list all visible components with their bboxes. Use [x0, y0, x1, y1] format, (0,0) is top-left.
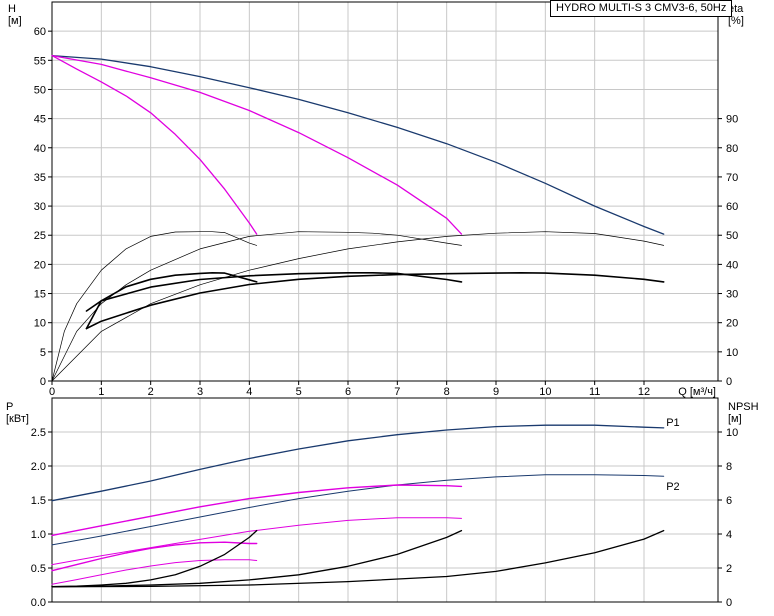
- y-tick-label: 5: [40, 347, 46, 359]
- series-eta-line: [51, 231, 258, 382]
- series-eta-line: [51, 231, 665, 382]
- y2-tick-label: 90: [726, 114, 738, 126]
- x-tick-label: 0: [49, 386, 55, 398]
- y-axis-label: H: [8, 3, 16, 15]
- y-tick-label: 0: [40, 376, 46, 388]
- x-tick-label: 3: [197, 386, 203, 398]
- y-tick-label: 2.0: [31, 461, 46, 473]
- y-tick-label: 0.5: [31, 563, 46, 575]
- y-tick-label: 2.5: [31, 427, 46, 439]
- y-tick-label: 1.5: [31, 495, 46, 507]
- y-tick-label: 20: [34, 259, 46, 271]
- chart-title: HYDRO MULTI-S 3 CMV3-6, 50Hz: [550, 0, 733, 17]
- series-eta-line: [85, 271, 463, 312]
- y2-tick-label: 4: [726, 529, 732, 541]
- x-tick-label: 7: [394, 386, 400, 398]
- x-tick-label: 6: [345, 386, 351, 398]
- series-head-single-line: [51, 54, 463, 235]
- x-tick-label: 9: [493, 386, 499, 398]
- series-power-single-line: [51, 517, 462, 566]
- y2-tick-label: 70: [726, 172, 738, 184]
- y-tick-label: 40: [34, 143, 46, 155]
- series-power-single-line: [51, 484, 463, 537]
- y-axis-label: P: [6, 401, 13, 413]
- x-tick-label: 8: [444, 386, 450, 398]
- y2-tick-label: 8: [726, 461, 732, 473]
- y-tick-label: 55: [34, 55, 46, 67]
- x-tick-label: 11: [589, 386, 600, 398]
- series-p1-line: [51, 424, 665, 502]
- y-tick-label: 25: [34, 230, 46, 242]
- annotation-p1: P1: [666, 417, 679, 429]
- y2-tick-label: 10: [726, 427, 738, 439]
- y2-tick-label: 50: [726, 230, 738, 242]
- series-head-total-line: [51, 54, 665, 235]
- y2-tick-label: 60: [726, 201, 738, 213]
- annotation-p2: P2: [666, 481, 679, 493]
- y2-axis-label: [м]: [728, 413, 742, 425]
- series-eta-line: [85, 271, 665, 330]
- y-tick-label: 50: [34, 84, 46, 96]
- y-tick-label: 45: [34, 114, 46, 126]
- y-tick-label: 10: [34, 318, 46, 330]
- plot-frame: [51, 1, 719, 382]
- y2-tick-label: 80: [726, 143, 738, 155]
- x-tick-label: 5: [296, 386, 302, 398]
- y-tick-label: 60: [34, 26, 46, 38]
- x-tick-label: 1: [98, 386, 104, 398]
- y2-tick-label: 30: [726, 289, 738, 301]
- y-tick-label: 15: [34, 289, 46, 301]
- x-tick-label: 2: [148, 386, 154, 398]
- x-tick-label: 10: [539, 386, 551, 398]
- x-tick-label: 12: [638, 386, 650, 398]
- x-tick-label: 4: [246, 386, 252, 398]
- y2-tick-label: 10: [726, 347, 738, 359]
- y2-tick-label: 0: [726, 376, 732, 388]
- y2-tick-label: 0: [726, 597, 732, 609]
- series-eta-line: [51, 231, 462, 382]
- y-tick-label: 35: [34, 172, 46, 184]
- y-tick-label: 1.0: [31, 529, 46, 541]
- series-npsh-line: [51, 529, 665, 588]
- y-axis-label: [кВт]: [6, 413, 29, 425]
- y2-tick-label: 2: [726, 563, 732, 575]
- y2-axis-label: NPSH: [728, 401, 759, 413]
- y2-tick-label: 40: [726, 259, 738, 271]
- y2-tick-label: 6: [726, 495, 732, 507]
- y-axis-label: [м]: [8, 15, 22, 27]
- y2-tick-label: 20: [726, 318, 738, 330]
- x-axis-label: Q [м³/ч]: [678, 386, 716, 398]
- pump-curve-chart: 0 5 10 15 20 25 30 35 40 45 50 55 60 0 10 20 30 40 50 60 70 8…: [0, 0, 774, 611]
- y-tick-label: 30: [34, 201, 46, 213]
- pump-curve-canvas: 0510152025303540455055600102030405060708…: [6, 1, 759, 609]
- y-tick-label: 0.0: [31, 597, 46, 609]
- series-power-single-line: [51, 541, 258, 572]
